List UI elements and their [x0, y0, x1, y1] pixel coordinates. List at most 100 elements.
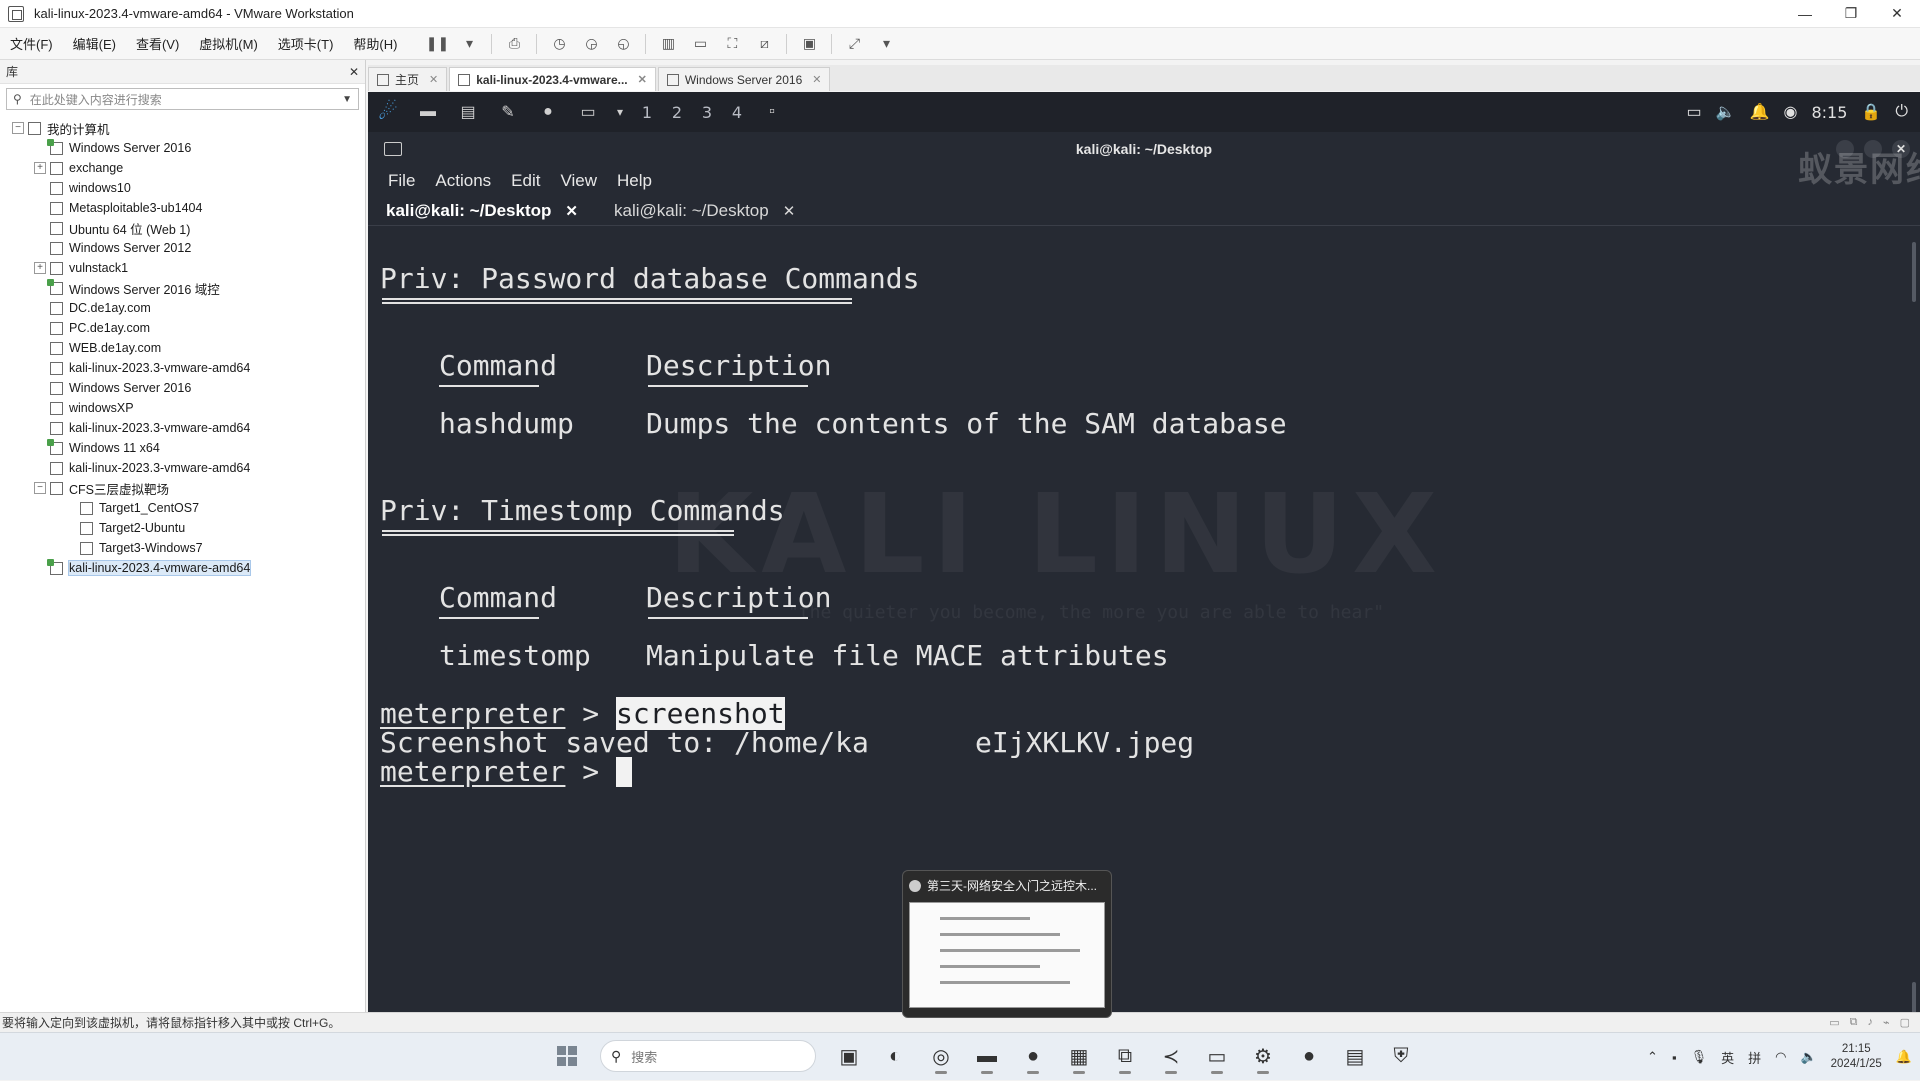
app-tray-icon[interactable]: ▪	[1672, 1050, 1677, 1065]
tree-item[interactable]: Windows Server 2012	[0, 238, 365, 258]
terminal-menu-view[interactable]: View	[560, 171, 597, 191]
volume-icon[interactable]: 🔈	[1716, 102, 1736, 122]
vm-display[interactable]: ☄ ▬ ▤ ✎ ● ▭ ▾ 1 2 3 4 ▫ ▭ 🔈 🔔 ◉ 8:15 🔒 ⏻…	[368, 92, 1920, 1012]
workspace-1[interactable]: 1	[632, 103, 662, 122]
close-icon[interactable]: ✕	[429, 73, 438, 86]
file-manager-icon[interactable]: ▤	[453, 100, 483, 124]
chevron-down-icon[interactable]: ▼	[342, 94, 352, 105]
window-button-terminal-icon[interactable]: ▫	[757, 100, 787, 124]
message-icon[interactable]: ▢	[1900, 1016, 1910, 1029]
network-adapter-icon[interactable]: ⧉	[1850, 1016, 1858, 1029]
chevron-down-icon[interactable]: ▾	[613, 100, 627, 124]
expand-toggle-icon[interactable]: +	[34, 162, 46, 174]
sound-icon[interactable]: ♪	[1867, 1016, 1873, 1029]
library-close-icon[interactable]: ✕	[349, 65, 359, 79]
wifi-icon[interactable]: ◠	[1775, 1049, 1786, 1065]
chrome-icon[interactable]: ◎	[922, 1037, 960, 1075]
powerpoint-icon[interactable]: ●	[1014, 1037, 1052, 1075]
menu-help[interactable]: 帮助(H)	[343, 34, 407, 53]
tree-item[interactable]: − CFS三层虚拟靶场	[0, 478, 365, 498]
pause-icon[interactable]: ❚❚	[423, 32, 451, 56]
ime-mode[interactable]: 拼	[1748, 1048, 1761, 1067]
tree-item[interactable]: Target2-Ubuntu	[0, 518, 365, 538]
tab-windows-server[interactable]: Windows Server 2016 ✕	[657, 67, 831, 91]
volume-icon[interactable]: 🔈	[1800, 1049, 1816, 1065]
tree-item[interactable]: Windows Server 2016	[0, 138, 365, 158]
edge-icon[interactable]: ◐	[876, 1037, 914, 1075]
terminal-icon[interactable]: ▭	[573, 100, 603, 124]
expand-toggle-icon[interactable]: +	[34, 262, 46, 274]
shield-icon[interactable]: ⛨	[1382, 1037, 1420, 1075]
workspace-3[interactable]: 3	[692, 103, 722, 122]
usb-icon[interactable]: ⌁	[1883, 1016, 1890, 1029]
kali-menu-icon[interactable]: ☄	[373, 99, 403, 124]
menu-edit[interactable]: 编辑(E)	[63, 34, 126, 53]
photos-icon[interactable]: ▦	[1060, 1037, 1098, 1075]
close-icon[interactable]: ✕	[638, 73, 647, 86]
firefox-icon[interactable]: ●	[533, 100, 563, 124]
close-icon[interactable]: ✕	[565, 202, 578, 220]
file-explorer-icon[interactable]: ▬	[968, 1037, 1006, 1075]
tree-item[interactable]: Windows Server 2016 域控	[0, 278, 365, 298]
hdd-icon[interactable]: ▭	[1829, 1016, 1839, 1029]
notification-bell-icon[interactable]: 🔔	[1750, 102, 1770, 122]
unity-icon[interactable]: ⧄	[750, 32, 778, 56]
send-ctrl-alt-del-icon[interactable]: ⎙	[500, 32, 528, 56]
terminal-menu-edit[interactable]: Edit	[511, 171, 540, 191]
tree-item[interactable]: kali-linux-2023.4-vmware-amd64	[0, 558, 365, 578]
tree-item[interactable]: kali-linux-2023.3-vmware-amd64	[0, 358, 365, 378]
lock-icon[interactable]: 🔒	[1861, 102, 1881, 122]
vmware-icon[interactable]: ⧉	[1106, 1037, 1144, 1075]
tree-item[interactable]: + vulnstack1	[0, 258, 365, 278]
terminal-menu-file[interactable]: File	[388, 171, 415, 191]
close-icon[interactable]: ✕	[812, 73, 821, 86]
maximize-button[interactable]: ❐	[1828, 0, 1874, 28]
tree-item[interactable]: kali-linux-2023.3-vmware-amd64	[0, 418, 365, 438]
snapshot-manager-icon[interactable]: ◵	[609, 32, 637, 56]
taskbar-search-input[interactable]: ⚲ 搜索	[600, 1040, 816, 1072]
terminal-icon[interactable]: ▭	[1198, 1037, 1236, 1075]
chevron-down-icon[interactable]: ▾	[455, 32, 483, 56]
terminal-tab-2[interactable]: kali@kali: ~/Desktop ✕	[604, 197, 805, 225]
close-button[interactable]: ✕	[1874, 0, 1920, 28]
collapse-icon[interactable]: −	[12, 122, 24, 134]
menu-tabs[interactable]: 选项卡(T)	[268, 34, 344, 53]
panel-clock[interactable]: 8:15	[1811, 103, 1847, 122]
minimize-button[interactable]: —	[1782, 0, 1828, 28]
network-icon[interactable]: ◉	[1784, 102, 1798, 122]
task-view-icon[interactable]: ▣	[830, 1037, 868, 1075]
workspace-4[interactable]: 4	[722, 103, 752, 122]
chevron-down-icon[interactable]: ▾	[872, 32, 900, 56]
tree-item[interactable]: windowsXP	[0, 398, 365, 418]
expand-toggle-icon[interactable]: −	[34, 482, 46, 494]
snapshot-icon[interactable]: ◷	[545, 32, 573, 56]
ime-language[interactable]: 英	[1721, 1048, 1734, 1067]
taskbar-clock[interactable]: 21:15 2024/1/25	[1831, 1042, 1882, 1072]
show-library-icon[interactable]: ▥	[654, 32, 682, 56]
revert-snapshot-icon[interactable]: ◶	[577, 32, 605, 56]
workspace-2[interactable]: 2	[662, 103, 692, 122]
menu-vm[interactable]: 虚拟机(M)	[189, 34, 268, 53]
notepad-icon[interactable]: ▤	[1336, 1037, 1374, 1075]
terminal-tab-1[interactable]: kali@kali: ~/Desktop ✕	[376, 197, 588, 225]
thumbnail-bar-icon[interactable]: ▭	[686, 32, 714, 56]
fullscreen-icon[interactable]: ⛶	[718, 32, 746, 56]
power-icon[interactable]: ⏻	[1895, 103, 1908, 121]
show-desktop-icon[interactable]: ▬	[413, 100, 443, 124]
tree-item[interactable]: Target1_CentOS7	[0, 498, 365, 518]
tree-item[interactable]: DC.de1ay.com	[0, 298, 365, 318]
scrollbar-thumb[interactable]	[1912, 982, 1916, 1012]
start-button[interactable]	[548, 1037, 586, 1075]
tab-kali[interactable]: kali-linux-2023.4-vmware... ✕	[449, 67, 656, 91]
tree-item[interactable]: kali-linux-2023.3-vmware-amd64	[0, 458, 365, 478]
tree-item[interactable]: windows10	[0, 178, 365, 198]
notification-bell-icon[interactable]: 🔔	[1896, 1049, 1912, 1065]
obs-icon[interactable]: ●	[1290, 1037, 1328, 1075]
vscode-icon[interactable]: ≺	[1152, 1037, 1190, 1075]
library-search-input[interactable]: ⚲ 在此处键入内容进行搜索 ▼	[6, 88, 359, 110]
text-editor-icon[interactable]: ✎	[493, 100, 523, 124]
tree-item[interactable]: Target3-Windows7	[0, 538, 365, 558]
menu-file[interactable]: 文件(F)	[0, 34, 63, 53]
taskbar-window-preview[interactable]: 第三天-网络安全入门之远控木...	[902, 870, 1112, 1018]
scrollbar-thumb[interactable]	[1912, 242, 1916, 302]
